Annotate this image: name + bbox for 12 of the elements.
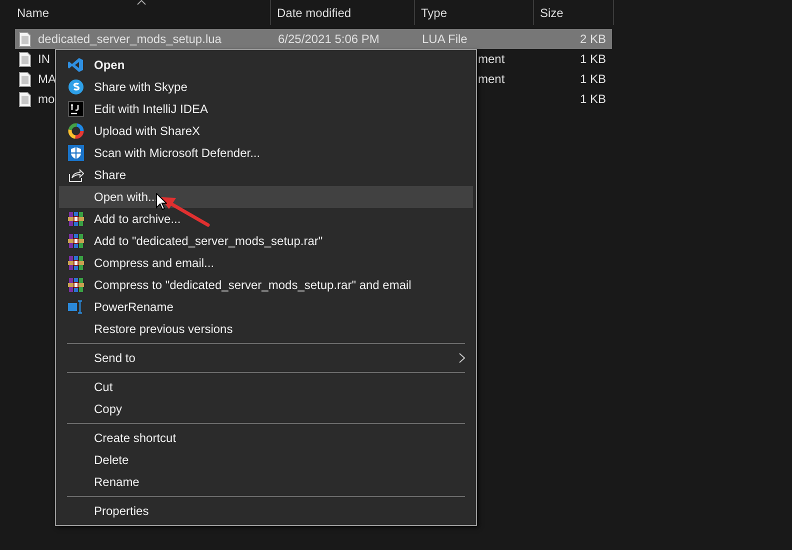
type-cell-text: ment <box>477 52 505 66</box>
file-name: mo <box>38 92 55 106</box>
file-name: dedicated_server_mods_setup.lua <box>38 32 222 46</box>
size-cell-text: 1 KB <box>578 52 607 66</box>
type-cell-text: LUA File <box>421 32 468 46</box>
size-cell-text: 1 KB <box>578 72 607 86</box>
size-cell-text: 1 KB <box>578 92 607 106</box>
type-cell-text: ment <box>477 72 505 86</box>
file-name: MA <box>38 72 56 86</box>
size-cell-text: 2 KB <box>578 32 607 46</box>
file-name: IN <box>38 52 50 66</box>
date-cell-text: 6/25/2021 5:06 PM <box>277 32 380 46</box>
